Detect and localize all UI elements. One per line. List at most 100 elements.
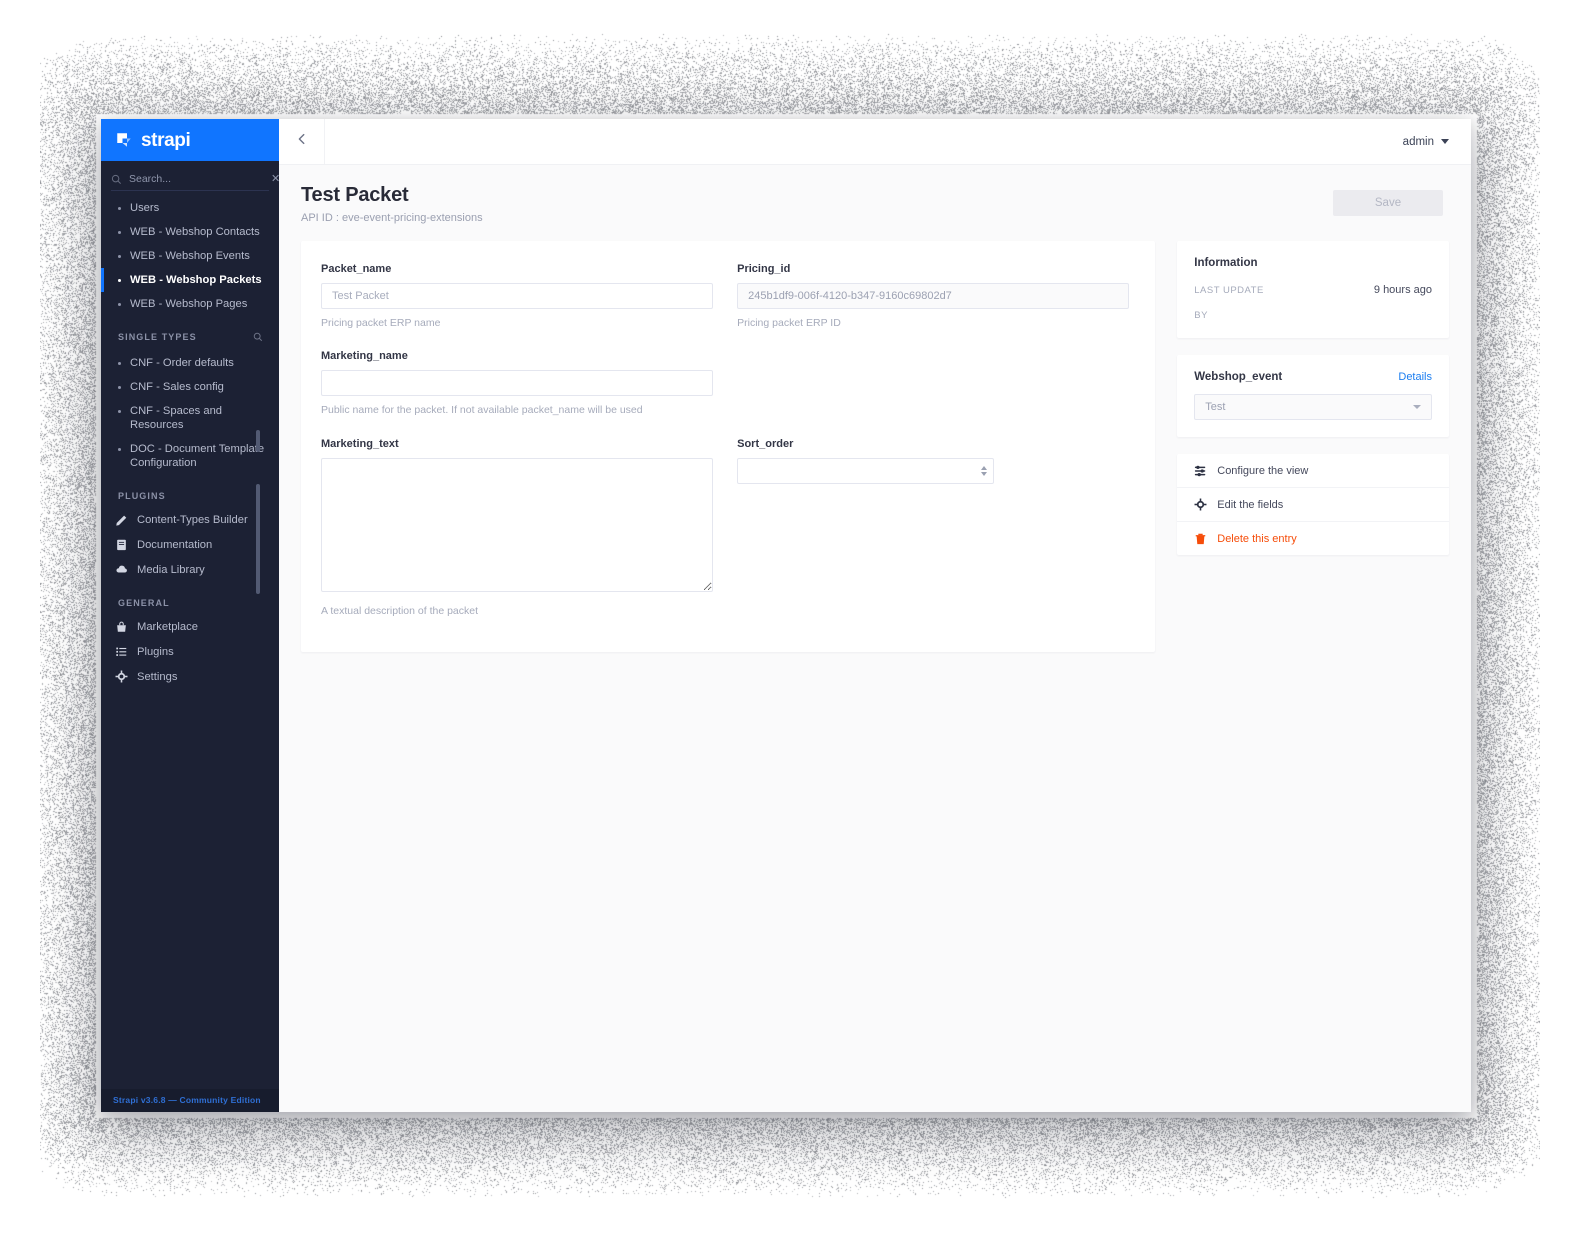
sidebar-item-collection-3[interactable]: WEB - Webshop Packets <box>101 268 279 292</box>
strapi-admin-window: strapi ✕ Users WEB - Webshop Contacts WEB … <box>101 119 1471 1112</box>
sidebar-item-plugin-2[interactable]: Media Library <box>101 557 279 582</box>
pricing-id-label: Pricing_id <box>737 263 1129 275</box>
sort-order-label: Sort_order <box>737 438 1129 450</box>
marketing-name-input[interactable] <box>321 370 713 396</box>
bullet-icon <box>118 303 121 306</box>
nav-item-label: WEB - Webshop Pages <box>130 297 247 311</box>
bullet-icon <box>118 255 121 258</box>
nav-item-label: Plugins <box>137 646 174 658</box>
nav-item-label: CNF - Spaces and Resources <box>130 404 265 432</box>
collection-types-nav: Users WEB - Webshop Contacts WEB - Webshop… <box>101 193 279 316</box>
search-icon <box>111 174 122 185</box>
sidebar-item-single-3[interactable]: DOC - Document Template Configuration <box>101 437 279 475</box>
gear-icon <box>115 670 128 683</box>
nav-item-label: Users <box>130 201 159 215</box>
general-nav: Marketplace Plugins Settings <box>101 614 279 689</box>
plugins-section-header: PLUGINS <box>101 475 279 507</box>
list-icon <box>115 645 128 658</box>
chevron-down-icon <box>1441 139 1449 144</box>
page-header-titles: Test Packet API ID : eve-event-pricing-e… <box>301 184 1333 224</box>
save-button[interactable]: Save <box>1333 190 1443 216</box>
action-delete-this-entry[interactable]: Delete this entry <box>1177 522 1449 555</box>
webshop-event-select[interactable]: Test <box>1194 394 1432 420</box>
back-button[interactable] <box>279 119 325 164</box>
scrollbar-thumb-collection[interactable] <box>256 430 260 452</box>
cloud-icon <box>115 563 128 576</box>
search-icon[interactable] <box>253 332 263 342</box>
nav-item-label: CNF - Sales config <box>130 380 224 394</box>
nav-item-label: Marketplace <box>137 621 198 633</box>
sidebar: strapi ✕ Users WEB - Webshop Contacts WEB … <box>101 119 279 1112</box>
general-section-header: GENERAL <box>101 582 279 614</box>
information-title: Information <box>1194 257 1432 269</box>
relation-title: Webshop_event <box>1194 371 1282 383</box>
sidebar-item-single-2[interactable]: CNF - Spaces and Resources <box>101 399 279 437</box>
top-bar: admin <box>279 119 1471 165</box>
by-row: BY <box>1194 310 1432 321</box>
last-update-row: LAST UPDATE 9 hours ago <box>1194 284 1432 296</box>
general-heading: GENERAL <box>118 598 170 608</box>
details-link[interactable]: Details <box>1398 371 1432 383</box>
side-panels: Information LAST UPDATE 9 hours ago BY W… <box>1177 241 1449 555</box>
book-icon <box>115 538 128 551</box>
field-marketing-name: Marketing_name Public name for the packe… <box>321 350 713 416</box>
sidebar-item-general-0[interactable]: Marketplace <box>101 614 279 639</box>
sidebar-item-plugin-1[interactable]: Documentation <box>101 532 279 557</box>
sort-order-stepper[interactable] <box>737 458 994 484</box>
marketing-text-hint: A textual description of the packet <box>321 605 713 617</box>
marketing-text-textarea[interactable] <box>321 458 713 592</box>
sidebar-item-general-2[interactable]: Settings <box>101 664 279 689</box>
webshop-event-selected-value: Test <box>1205 401 1413 413</box>
relation-panel: Webshop_event Details Test <box>1177 355 1449 437</box>
action-edit-the-fields[interactable]: Edit the fields <box>1177 488 1449 522</box>
packet-name-input[interactable] <box>321 283 713 309</box>
plugins-nav: Content-Types Builder Documentation Media … <box>101 507 279 582</box>
bullet-icon <box>118 386 121 389</box>
form-grid-spacer <box>737 338 1129 425</box>
single-types-heading: SINGLE TYPES <box>118 332 197 342</box>
search-input[interactable] <box>129 173 264 185</box>
sidebar-item-collection-2[interactable]: WEB - Webshop Events <box>101 244 279 268</box>
form-grid: Packet_name Pricing packet ERP name Pric… <box>321 263 1129 626</box>
sidebar-item-collection-4[interactable]: WEB - Webshop Pages <box>101 292 279 316</box>
sidebar-item-collection-0[interactable]: Users <box>101 196 279 220</box>
chevron-left-icon <box>295 132 309 151</box>
content-row: Packet_name Pricing packet ERP name Pric… <box>279 224 1471 652</box>
shop-icon <box>115 620 128 633</box>
sidebar-item-plugin-0[interactable]: Content-Types Builder <box>101 507 279 532</box>
field-packet-name: Packet_name Pricing packet ERP name <box>321 263 713 329</box>
sort-order-input[interactable] <box>737 458 994 484</box>
scrollbar-thumb-single[interactable] <box>256 484 260 594</box>
nav-item-label: CNF - Order defaults <box>130 356 234 370</box>
bullet-icon <box>118 362 121 365</box>
single-types-nav: CNF - Order defaults CNF - Sales config CN… <box>101 348 279 475</box>
sidebar-item-single-1[interactable]: CNF - Sales config <box>101 375 279 399</box>
brand-name: strapi <box>141 131 190 150</box>
user-menu[interactable]: admin <box>1403 136 1449 148</box>
action-label: Delete this entry <box>1217 533 1296 545</box>
pricing-id-hint: Pricing packet ERP ID <box>737 317 1129 329</box>
sidebar-footer: Strapi v3.6.8 — Community Edition <box>101 1089 279 1112</box>
plugins-heading: PLUGINS <box>118 491 166 501</box>
nav-item-label: WEB - Webshop Packets <box>130 273 262 287</box>
single-types-section-header: SINGLE TYPES <box>101 316 279 348</box>
nav-item-label: Content-Types Builder <box>137 514 248 526</box>
action-configure-the-view[interactable]: Configure the view <box>1177 454 1449 488</box>
field-marketing-text: Marketing_text A textual description of … <box>321 438 713 617</box>
page-title: Test Packet <box>301 184 1333 207</box>
bullet-icon <box>118 410 121 413</box>
sidebar-item-general-1[interactable]: Plugins <box>101 639 279 664</box>
last-update-value: 9 hours ago <box>1374 284 1432 296</box>
brand-bar[interactable]: strapi <box>101 119 279 161</box>
gear-icon <box>1194 498 1207 511</box>
sidebar-search[interactable]: ✕ <box>111 173 269 191</box>
sidebar-item-collection-1[interactable]: WEB - Webshop Contacts <box>101 220 279 244</box>
action-label: Configure the view <box>1217 465 1308 477</box>
sidebar-item-single-0[interactable]: CNF - Order defaults <box>101 351 279 375</box>
nav-item-label: WEB - Webshop Events <box>130 249 250 263</box>
user-name: admin <box>1403 136 1434 148</box>
bullet-icon <box>118 448 121 451</box>
page-header: Test Packet API ID : eve-event-pricing-e… <box>279 165 1471 224</box>
marketing-name-hint: Public name for the packet. If not avail… <box>321 404 713 416</box>
pricing-id-input[interactable] <box>737 283 1129 309</box>
